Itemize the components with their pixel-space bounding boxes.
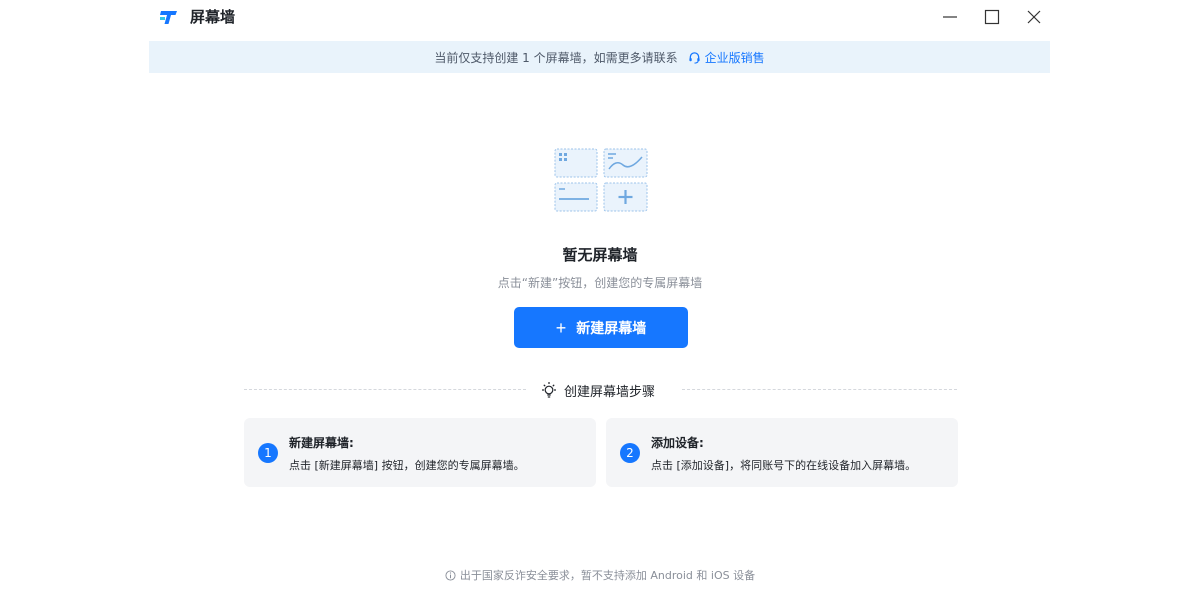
title-bar: 屏幕墙 <box>0 0 1200 36</box>
minimize-icon <box>943 16 957 18</box>
steps-heading-label: 创建屏幕墙步骤 <box>564 384 656 400</box>
close-button[interactable] <box>1021 6 1047 28</box>
step-card-add-device: 2 添加设备: 点击 [添加设备]，将同账号下的在线设备加入屏幕墙。 <box>606 418 958 487</box>
divider-left <box>244 389 526 390</box>
step-title: 新建屏幕墙: <box>289 436 354 450</box>
notice-text: 当前仅支持创建 1 个屏幕墙，如需更多请联系 <box>434 50 678 65</box>
step-card-create: 1 新建屏幕墙: 点击 [新建屏幕墙] 按钮，创建您的专属屏幕墙。 <box>244 418 596 487</box>
app-logo-icon <box>160 11 177 24</box>
screen-wall-empty-icon <box>554 148 648 212</box>
notice-banner: 当前仅支持创建 1 个屏幕墙，如需更多请联系 企业版销售 <box>149 41 1050 73</box>
divider-right <box>682 389 957 390</box>
enterprise-sales-link-label: 企业版销售 <box>704 50 765 65</box>
app-window: 屏幕墙 当前仅支持创建 1 个屏幕墙，如需更多请联系 企业版销售 暂无屏幕墙 点… <box>0 0 1200 600</box>
footer-note-text: 出于国家反诈安全要求，暂不支持添加 Android 和 iOS 设备 <box>459 569 756 582</box>
empty-state-title: 暂无屏幕墙 <box>562 246 638 264</box>
step-description: 点击 [添加设备]，将同账号下的在线设备加入屏幕墙。 <box>651 459 917 472</box>
maximize-icon <box>984 9 1000 25</box>
enterprise-sales-link[interactable]: 企业版销售 <box>688 49 765 66</box>
minimize-button[interactable] <box>937 6 963 28</box>
info-icon <box>445 569 456 581</box>
window-title: 屏幕墙 <box>190 8 236 26</box>
lightbulb-icon <box>542 382 556 398</box>
empty-state-description: 点击“新建”按钮，创建您的专属屏幕墙 <box>497 276 703 290</box>
close-icon <box>1027 10 1041 24</box>
create-screen-wall-button[interactable]: + 新建屏幕墙 <box>514 307 688 348</box>
step-number: 1 <box>258 443 278 463</box>
step-title: 添加设备: <box>651 436 704 450</box>
plus-icon: + <box>555 317 567 338</box>
maximize-button[interactable] <box>979 6 1005 28</box>
footer-note: 出于国家反诈安全要求，暂不支持添加 Android 和 iOS 设备 <box>0 567 1200 583</box>
create-screen-wall-button-label: 新建屏幕墙 <box>576 319 647 336</box>
step-number: 2 <box>620 443 640 463</box>
headset-icon <box>689 51 700 64</box>
steps-heading: 创建屏幕墙步骤 <box>540 380 655 400</box>
step-description: 点击 [新建屏幕墙] 按钮，创建您的专属屏幕墙。 <box>289 459 525 472</box>
